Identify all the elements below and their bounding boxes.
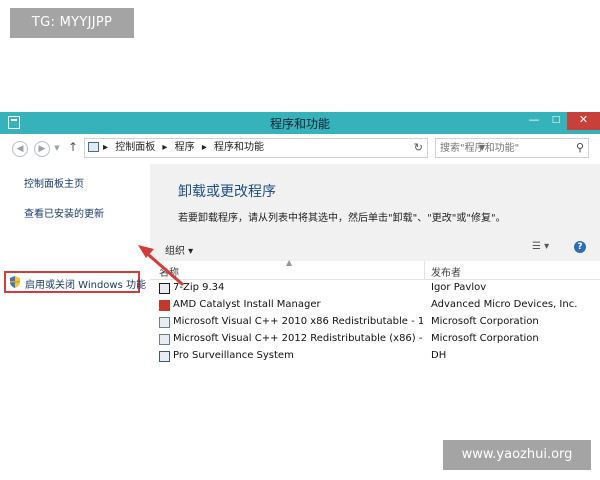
program-name: AMD Catalyst Install Manager (173, 299, 321, 310)
sidebar-item-windows-features[interactable]: 启用或关闭 Windows 功能 (4, 271, 146, 293)
back-arrow-icon[interactable]: ◀ (12, 141, 28, 157)
forward-arrow-icon[interactable]: ▶ (34, 141, 50, 157)
program-row[interactable]: Pro Surveillance System DH (150, 348, 600, 365)
search-box[interactable]: ⚲ (435, 138, 589, 158)
sidebar-item-label: 启用或关闭 Windows 功能 (25, 280, 146, 291)
msi-package-icon (159, 334, 170, 345)
breadcrumb-separator: ▸ (103, 142, 109, 153)
program-row[interactable]: Microsoft Visual C++ 2010 x86 Redistribu… (150, 314, 600, 331)
column-header-name[interactable]: 名称 (159, 264, 179, 279)
program-row[interactable]: Microsoft Visual C++ 2012 Redistributabl… (150, 331, 600, 348)
sidebar: 控制面板主页 查看已安装的更新 启用或关闭 Windows 功能 (0, 164, 150, 366)
search-icon[interactable]: ⚲ (576, 141, 584, 154)
recent-locations-chevron-icon[interactable]: ▼ (53, 141, 61, 155)
amd-icon (159, 300, 170, 311)
toolbar: 组织 ▾ ☰ ▾ ? (150, 235, 600, 261)
programs-and-features-window: 程序和功能 — □ ✕ ◀ ▶ ▼ ↑ ▸ 控制面板 ▸ 程序 ▸ 程序和功能 … (0, 112, 600, 366)
minimize-button[interactable]: — (523, 112, 545, 130)
breadcrumb-programs[interactable]: 程序 (175, 142, 195, 153)
program-publisher: Advanced Micro Devices, Inc. (431, 299, 578, 310)
instruction-text: 若要卸载程序，请从列表中将其选中，然后单击"卸载"、"更改"或"修复"。 (178, 213, 506, 224)
overlay-tag: TG: MYYJJPP (10, 8, 134, 38)
camera-icon (159, 351, 170, 362)
breadcrumb-separator: ▸ (162, 142, 168, 153)
refresh-icon[interactable]: ↻ (414, 139, 423, 157)
up-arrow-icon[interactable]: ↑ (68, 140, 78, 154)
help-icon[interactable]: ? (574, 241, 586, 253)
window-title: 程序和功能 (269, 117, 330, 131)
site-watermark: www.yaozhui.org (443, 440, 591, 470)
breadcrumb: ▸ 控制面板 ▸ 程序 ▸ 程序和功能 (103, 139, 268, 157)
column-divider[interactable] (424, 261, 425, 279)
title-bar[interactable]: 程序和功能 — □ ✕ (0, 112, 600, 134)
column-header-publisher[interactable]: 发布者 (431, 264, 461, 279)
navigation-bar: ◀ ▶ ▼ ↑ ▸ 控制面板 ▸ 程序 ▸ 程序和功能 ▼ ↻ ⚲ (0, 134, 600, 164)
breadcrumb-separator: ▸ (201, 142, 207, 153)
program-publisher: Igor Pavlov (431, 282, 487, 293)
column-header-row: ▲ 名称 发布者 (150, 258, 600, 280)
breadcrumb-programs-and-features[interactable]: 程序和功能 (214, 142, 264, 153)
program-name: 7-Zip 9.34 (173, 282, 225, 293)
7zip-icon (159, 283, 170, 294)
program-row[interactable]: 7-Zip 9.34 Igor Pavlov (150, 280, 600, 297)
breadcrumb-control-panel[interactable]: 控制面板 (115, 142, 155, 153)
search-input[interactable] (440, 140, 560, 156)
close-button[interactable]: ✕ (567, 112, 600, 130)
programs-list: ▲ 名称 发布者 7-Zip 9.34 Igor Pavlov AMD Cataly… (150, 258, 600, 366)
view-options-button[interactable]: ☰ ▾ (532, 241, 549, 252)
sidebar-item-control-panel-home[interactable]: 控制面板主页 (24, 175, 84, 190)
address-bar[interactable]: ▸ 控制面板 ▸ 程序 ▸ 程序和功能 ▼ ↻ (84, 138, 485, 158)
page-title: 卸载或更改程序 (178, 184, 276, 200)
control-panel-icon (88, 142, 99, 152)
organize-button[interactable]: 组织 ▾ (165, 242, 193, 257)
program-name: Microsoft Visual C++ 2010 x86 Redistribu… (173, 316, 423, 327)
shield-icon (10, 276, 20, 288)
sidebar-item-view-installed-updates[interactable]: 查看已安装的更新 (24, 205, 104, 220)
program-name: Pro Surveillance System (173, 350, 294, 361)
main-content: 卸载或更改程序 若要卸载程序，请从列表中将其选中，然后单击"卸载"、"更改"或"… (150, 164, 600, 366)
program-publisher: Microsoft Corporation (431, 316, 539, 327)
program-publisher: DH (431, 350, 447, 361)
program-name: Microsoft Visual C++ 2012 Redistributabl… (173, 333, 423, 344)
msi-package-icon (159, 317, 170, 328)
maximize-button[interactable]: □ (545, 112, 567, 130)
program-publisher: Microsoft Corporation (431, 333, 539, 344)
sort-ascending-icon: ▲ (286, 258, 293, 267)
program-row[interactable]: AMD Catalyst Install Manager Advanced Mic… (150, 297, 600, 314)
